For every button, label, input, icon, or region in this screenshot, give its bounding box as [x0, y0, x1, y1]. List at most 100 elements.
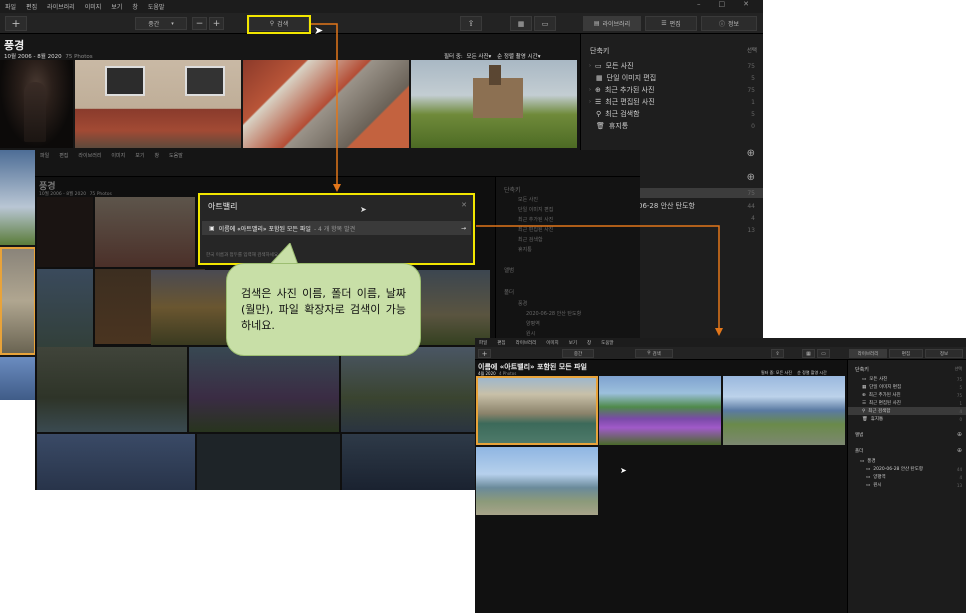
sidebar-item-single-edit[interactable]: ▦ 단일 이미지 편집 5 — [581, 72, 763, 84]
photo-tree-dim[interactable] — [342, 434, 492, 490]
menu-file[interactable]: 파일 — [5, 2, 16, 11]
folder-root[interactable]: 풍경 — [518, 300, 527, 307]
menu-help[interactable]: 도움말 — [601, 340, 613, 346]
sidebar-item-trash[interactable]: 🗑 휴지통 0 — [848, 415, 966, 423]
close-button[interactable]: ✕ — [743, 0, 749, 8]
photo-quarry[interactable] — [476, 376, 598, 445]
sort-dropdown[interactable]: 순 정렬 촬영 시간 — [797, 370, 827, 375]
menu-file[interactable]: 파일 — [479, 340, 487, 346]
tab-info[interactable]: ⓘ 정보 — [701, 16, 757, 31]
folder-item[interactable]: ▭ 2020-06-28 안산 탄도항 44 — [848, 465, 966, 473]
add-button[interactable]: + — [478, 349, 491, 358]
sidebar-item-recent-search[interactable]: 최근 검색함 — [518, 236, 543, 243]
maximize-button[interactable]: □ — [719, 0, 726, 8]
menu-help[interactable]: 도움말 — [169, 152, 183, 159]
sidebar-item-recent-edited[interactable]: › ☰ 최근 편집된 사진 1 — [581, 96, 763, 108]
menu-view[interactable]: 보기 — [569, 340, 577, 346]
single-view-button[interactable]: ▭ — [817, 349, 830, 358]
photo-portrait-dim[interactable] — [37, 197, 93, 267]
sidebar-item-recent-added[interactable]: › ⊕ 최근 추가된 사진 75 — [581, 84, 763, 96]
photo-sky-left[interactable] — [0, 150, 36, 245]
single-view-button[interactable]: ▭ — [534, 16, 556, 31]
menu-library[interactable]: 라이브러리 — [78, 152, 101, 159]
tab-edit[interactable]: 편집 — [889, 349, 923, 358]
sidebar-item-all-photos[interactable]: 모든 사진 — [518, 196, 538, 203]
menu-image[interactable]: 이미지 — [111, 152, 125, 159]
close-icon[interactable]: ✕ — [461, 201, 467, 209]
zoom-in-button[interactable]: + — [209, 17, 224, 30]
sidebar-item-single-edit[interactable]: 단일 이미지 편집 — [518, 206, 553, 213]
add-folder-button[interactable]: ⊕ — [957, 447, 962, 454]
sidebar-item-recent-added[interactable]: ⊕ 최근 추가된 사진 75 — [848, 391, 966, 399]
menu-edit[interactable]: 편집 — [59, 152, 68, 159]
add-album-button[interactable]: ⊕ — [747, 148, 755, 159]
add-button[interactable]: + — [5, 16, 27, 31]
menu-help[interactable]: 도움말 — [148, 2, 165, 11]
sidebar-item-recent-edited[interactable]: 최근 편집된 사진 — [518, 226, 553, 233]
menu-file[interactable]: 파일 — [40, 152, 49, 159]
search-result-row[interactable]: ▣ 이름에 «아트밸리» 포함된 모든 파일 - 4 개 항목 발견 → — [202, 221, 471, 235]
menu-view[interactable]: 보기 — [111, 2, 122, 11]
folder-item[interactable]: ▭ 원시 13 — [848, 481, 966, 489]
grid-view-button[interactable]: ▦ — [510, 16, 532, 31]
sidebar-item-trash[interactable]: 🗑 휴지통 0 — [581, 120, 763, 132]
photo-house-dim[interactable] — [95, 197, 195, 267]
photo-dock-left[interactable] — [0, 357, 36, 400]
photo-quarry-dim[interactable] — [37, 347, 187, 432]
zoom-out-button[interactable]: − — [192, 17, 207, 30]
search-input[interactable]: 아트밸리 — [208, 201, 237, 212]
photo-pond[interactable] — [723, 376, 845, 445]
folder-item[interactable]: ▭ 양평역 4 — [848, 473, 966, 481]
photo-flowers[interactable] — [599, 376, 721, 445]
filter-dropdown[interactable]: 필터 중: 모든 사진 — [761, 370, 792, 375]
menu-view[interactable]: 보기 — [135, 152, 144, 159]
photo-dock-dim[interactable] — [37, 434, 195, 490]
photo-cliff-left[interactable] — [0, 247, 36, 355]
sidebar-item-recent-edited[interactable]: ☰ 최근 편집된 사진 1 — [848, 399, 966, 407]
menu-image[interactable]: 이미지 — [85, 2, 102, 11]
select-link[interactable]: 선택 — [747, 46, 757, 54]
tab-edit[interactable]: ☰ 편집 — [645, 16, 697, 31]
toolbar: + 중간 ▾ − + ⚲ 검색 ⇪ ▦ ▭ ▤ 라이브러리 ☰ 편집 ⓘ 정보 — [0, 13, 763, 34]
menu-edit[interactable]: 편집 — [497, 340, 505, 346]
grid-view-button[interactable]: ▦ — [802, 349, 815, 358]
folder-item[interactable]: 원시 — [526, 330, 535, 337]
select-link[interactable]: 선택 — [955, 366, 962, 372]
photo-pond-dim[interactable] — [341, 347, 491, 432]
sidebar-item-recent-search[interactable]: ⚲ 최근 검색함 5 — [581, 108, 763, 120]
photo-house-wall[interactable] — [75, 60, 241, 148]
add-folder-button[interactable]: ⊕ — [747, 172, 755, 183]
share-button[interactable]: ⇪ — [771, 349, 784, 358]
size-select[interactable]: 중간 — [562, 349, 594, 358]
tab-library[interactable]: ▤ 라이브러리 — [583, 16, 641, 31]
menu-library[interactable]: 라이브러리 — [47, 2, 75, 11]
photo-rooftops[interactable] — [243, 60, 409, 148]
tab-info[interactable]: 정보 — [925, 349, 963, 358]
photo-boardwalk[interactable] — [476, 447, 598, 515]
sidebar-item-all-photos[interactable]: › ▭ 모든 사진 75 — [581, 60, 763, 72]
menu-image[interactable]: 이미지 — [546, 340, 558, 346]
tab-library[interactable]: 라이브러리 — [849, 349, 887, 358]
photo-flowers-dim[interactable] — [189, 347, 339, 432]
search-button[interactable]: ⚲ 검색 — [635, 349, 673, 358]
folder-item[interactable]: 2020-06-28 안산 탄도항 — [526, 310, 581, 317]
size-select[interactable]: 중간 ▾ — [135, 17, 187, 30]
add-album-button[interactable]: ⊕ — [957, 431, 962, 438]
sidebar-item-single-edit[interactable]: ▦ 단일 이미지 편집 5 — [848, 383, 966, 391]
menu-library[interactable]: 라이브러리 — [516, 340, 537, 346]
folder-item[interactable]: 양평역 — [526, 320, 540, 327]
menu-window[interactable]: 창 — [154, 152, 159, 159]
sidebar-item-recent-search[interactable]: ⚲ 최근 검색함 4 — [848, 407, 966, 415]
folder-root[interactable]: ▭ 풍경 — [848, 457, 966, 465]
menu-edit[interactable]: 편집 — [26, 2, 37, 11]
sidebar-item-recent-added[interactable]: 최근 추가된 사진 — [518, 216, 553, 223]
photo-heron-dim[interactable] — [197, 434, 340, 490]
minimize-button[interactable]: – — [697, 0, 701, 8]
share-button[interactable]: ⇪ — [460, 16, 482, 31]
photo-portrait[interactable] — [0, 60, 73, 148]
sidebar-item-trash[interactable]: 휴지통 — [518, 246, 532, 253]
menu-window[interactable]: 창 — [132, 2, 138, 11]
sidebar-item-all-photos[interactable]: ▭ 모든 사진 75 — [848, 375, 966, 383]
menu-window[interactable]: 창 — [587, 340, 591, 346]
photo-castle[interactable] — [411, 60, 577, 148]
